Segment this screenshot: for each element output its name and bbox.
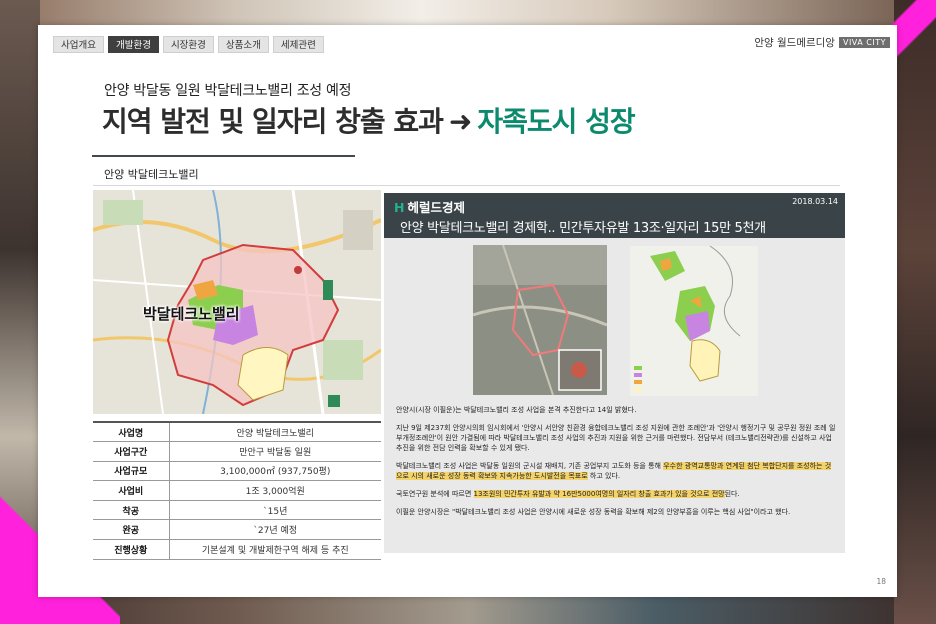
article-text: 하고 있다. [587,472,621,480]
section-divider [92,155,355,157]
map-label: 박달테크노밸리 [143,305,240,323]
news-logo-icon: H [394,200,405,215]
zoning-map-graphic [630,246,758,396]
map-graphic [93,190,381,414]
tab-bar: 사업개요 개발환경 시장환경 상품소개 세제관련 [53,36,324,53]
article-header: H 헤럴드경제 2018.03.14 안양 박달테크노밸리 경제학.. 민간투자유… [384,193,845,238]
article-body: 안양시(시장 이필운)는 박달테크노밸리 조성 사업을 본격 추진한다고 14일… [396,405,836,525]
presentation-slide: 사업개요 개발환경 시장환경 상품소개 세제관련 안양 월드메르디앙 VIVA … [38,25,897,597]
table-key: 사업명 [93,421,170,443]
table-row: 사업규모 3,100,000㎡ (937,750평) [93,461,381,482]
table-value: 안양 박달테크노밸리 [169,421,381,443]
aerial-photo-graphic [473,245,607,395]
table-key: 착공 [93,500,170,521]
background-bottom [0,596,936,624]
table-row: 사업비 1조 3,000억원 [93,480,381,501]
article-text: 박달테크노밸리 조성 사업은 박달동 일원의 군시설 재배치, 기존 공업부지 … [396,462,664,470]
brand-logo: 안양 월드메르디앙 VIVA CITY [754,35,890,50]
table-value: 기본설계 및 개발제한구역 해제 등 추진 [169,539,381,560]
headline-main: 지역 발전 및 일자리 창출 효과 [102,105,444,138]
news-source-logo: H 헤럴드경제 [394,197,465,216]
tab-business-overview[interactable]: 사업개요 [53,36,104,53]
news-date: 2018.03.14 [792,197,838,206]
table-key: 사업규모 [93,461,170,482]
arrow-icon: ➜ [448,105,472,138]
news-article: H 헤럴드경제 2018.03.14 안양 박달테크노밸리 경제학.. 민간투자유… [384,193,845,553]
table-key: 사업구간 [93,441,170,462]
news-source-name: 헤럴드경제 [407,200,465,215]
article-paragraph: 안양시(시장 이필운)는 박달테크노밸리 조성 사업을 본격 추진한다고 14일… [396,406,637,414]
highlighted-text: 13조원의 민간투자 유발과 약 16만5000여명의 일자리 창출 효과가 있… [473,490,725,498]
table-row: 사업명 안양 박달테크노밸리 [93,421,381,443]
table-key: 진행상황 [93,539,170,560]
table-key: 사업비 [93,480,170,501]
article-paragraph: 국토연구원 분석에 따르면 13조원의 민간투자 유발과 약 16만5000여명… [396,489,836,499]
table-row: 사업구간 만안구 박달동 일원 [93,441,381,462]
table-value: 1조 3,000억원 [169,480,381,501]
tab-tax[interactable]: 세제관련 [272,36,324,53]
page-number: 18 [876,577,886,586]
section-rule [93,185,840,186]
table-key: 완공 [93,519,170,541]
table-row: 착공 `15년 [93,500,381,521]
slide-subtitle: 안양 박달동 일원 박달테크노밸리 조성 예정 [104,83,352,99]
brand-badge: VIVA CITY [838,37,890,48]
article-paragraph: 박달테크노밸리 조성 사업은 박달동 일원의 군시설 재배치, 기존 공업부지 … [396,461,836,481]
article-text: 된다. [724,490,740,498]
table-value: 3,100,000㎡ (937,750평) [169,461,381,482]
article-paragraph: 지난 9일 제237회 안양시의회 임시회에서 '안양시 서안양 친환경 융합테… [396,424,836,452]
news-title: 안양 박달테크노밸리 경제학.. 민간투자유발 13조·일자리 15만 5천개 [400,221,766,236]
project-info-table: 사업명 안양 박달테크노밸리 사업구간 만안구 박달동 일원 사업규모 3,10… [93,421,381,560]
tab-development[interactable]: 개발환경 [107,36,159,53]
table-row: 완공 `27년 예정 [93,519,381,541]
table-value: 만안구 박달동 일원 [169,441,381,462]
table-value: `15년 [169,500,381,521]
article-paragraph: 이필운 안양시장은 "박달테크노밸리 조성 사업은 안양시에 새로운 성장 동력… [396,508,791,516]
aerial-photo [473,245,607,395]
slide-headline: 지역 발전 및 일자리 창출 효과 ➜ 자족도시 성장 [102,100,636,140]
table-row: 진행상황 기본설계 및 개발제한구역 해제 등 추진 [93,539,381,560]
zoning-map [630,246,758,396]
brand-name: 안양 월드메르디앙 [754,37,835,49]
article-text: 국토연구원 분석에 따르면 [396,490,474,498]
tab-product[interactable]: 상품소개 [217,36,269,53]
headline-highlight: 자족도시 성장 [477,105,635,138]
site-map: 박달테크노밸리 [93,190,381,414]
tab-market[interactable]: 시장환경 [162,36,214,53]
section-title: 안양 박달테크노밸리 [104,168,199,181]
table-value: `27년 예정 [169,519,381,541]
